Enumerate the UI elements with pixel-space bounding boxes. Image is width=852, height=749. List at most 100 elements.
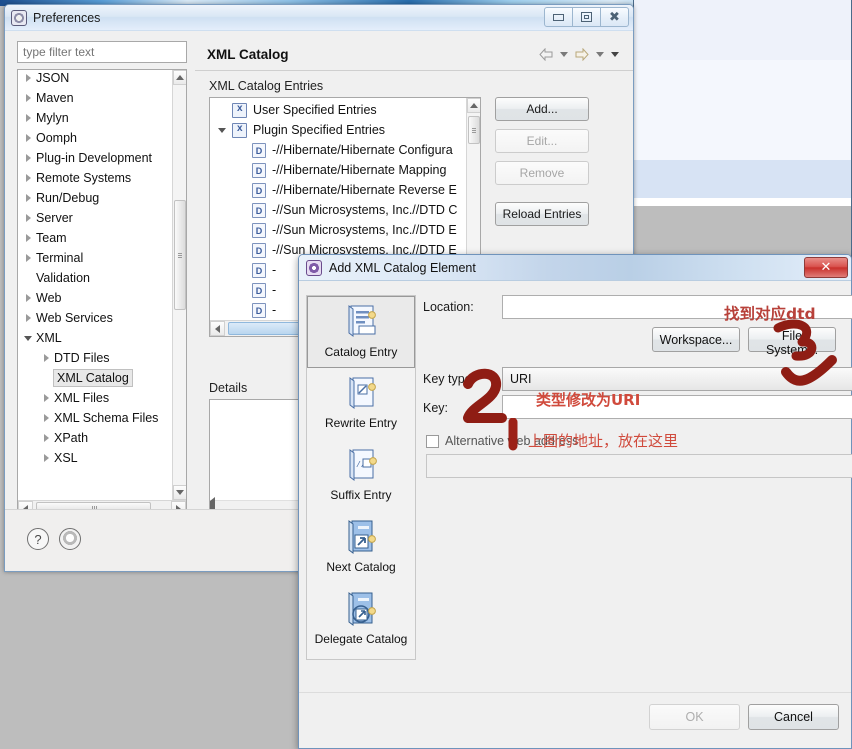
tree-scroll-thumb[interactable] (174, 200, 186, 310)
maximize-button[interactable] (572, 7, 601, 27)
expander-closed-icon[interactable] (24, 212, 36, 224)
sidebar-item-team[interactable]: Team (18, 228, 172, 248)
sidebar-item-oomph[interactable]: Oomph (18, 128, 172, 148)
type-item-catalog-entry[interactable]: Catalog Entry (307, 296, 415, 368)
sidebar-item-terminal[interactable]: Terminal (18, 248, 172, 268)
entries-scroll-thumb[interactable] (468, 116, 480, 144)
add-xml-catalog-element-dialog[interactable]: Add XML Catalog Element ✕ Catalog Entry R… (298, 254, 852, 749)
expander-closed-icon[interactable] (24, 92, 36, 104)
catalog-entry-row[interactable]: D -//Hibernate/Hibernate Reverse E (210, 180, 466, 200)
workspace-button[interactable]: Workspace... (652, 327, 740, 352)
key-input[interactable] (502, 395, 852, 419)
sidebar-item-label: XML Catalog (53, 369, 133, 387)
type-item-suffix-entry[interactable]: // Suffix Entry (307, 440, 415, 512)
expander-closed-icon[interactable] (42, 412, 54, 424)
close-icon: ✕ (820, 260, 832, 275)
alternative-web-address-checkbox[interactable] (426, 435, 439, 448)
entries-scroll-up-button[interactable] (467, 98, 480, 113)
expander-closed-icon[interactable] (42, 432, 54, 444)
catalog-entry-row[interactable]: Plugin Specified Entries (210, 120, 466, 140)
catalog-entry-row[interactable]: D -//Sun Microsystems, Inc.//DTD E (210, 220, 466, 240)
expander-closed-icon[interactable] (24, 172, 36, 184)
expander-closed-icon[interactable] (24, 152, 36, 164)
expander-closed-icon[interactable] (24, 312, 36, 324)
location-input[interactable] (502, 295, 852, 319)
type-item-rewrite-entry[interactable]: Rewrite Entry (307, 368, 415, 440)
preferences-window-title: Preferences (33, 10, 101, 25)
expander-closed-icon[interactable] (42, 452, 54, 464)
expander-closed-icon[interactable] (24, 132, 36, 144)
tree-scroll-up-button[interactable] (173, 70, 186, 85)
back-history-dropdown-icon[interactable] (560, 52, 568, 57)
catalog-entry-row[interactable]: D -//Hibernate/Hibernate Mapping (210, 160, 466, 180)
expander-open-icon[interactable] (24, 332, 36, 344)
close-button[interactable]: ✖ (600, 7, 629, 27)
forward-arrow-icon[interactable] (575, 48, 589, 61)
sidebar-item-maven[interactable]: Maven (18, 88, 172, 108)
tree-vertical-scrollbar[interactable] (172, 70, 186, 500)
catalog-entry-row[interactable]: D -//Hibernate/Hibernate Configura (210, 140, 466, 160)
reload-entries-button[interactable]: Reload Entries (495, 202, 589, 226)
ok-button[interactable]: OK (649, 704, 740, 730)
expander-closed-icon[interactable] (24, 72, 36, 84)
expander-closed-icon[interactable] (24, 192, 36, 204)
cancel-button[interactable]: Cancel (748, 704, 839, 730)
sidebar-item-dtd-files[interactable]: DTD Files (18, 348, 172, 368)
add-dialog-close-button[interactable]: ✕ (804, 257, 848, 278)
preferences-tree[interactable]: JSON Maven Mylyn Oomph Plug-in Development Re… (17, 69, 187, 517)
sidebar-item-server[interactable]: Server (18, 208, 172, 228)
catalog-element-type-list[interactable]: Catalog Entry Rewrite Entry // Suffix Entry… (306, 295, 416, 660)
type-item-next-catalog[interactable]: Next Catalog (307, 512, 415, 584)
sidebar-item-xml-catalog[interactable]: XML Catalog (18, 368, 172, 388)
forward-history-dropdown-icon[interactable] (596, 52, 604, 57)
expander-closed-icon[interactable] (24, 112, 36, 124)
alternative-web-address-input[interactable] (426, 454, 852, 478)
sidebar-item-xml[interactable]: XML (18, 328, 172, 348)
sidebar-item-run-debug[interactable]: Run/Debug (18, 188, 172, 208)
sidebar-item-xml-files[interactable]: XML Files (18, 388, 172, 408)
add-button[interactable]: Add... (495, 97, 589, 121)
sidebar-item-remote-systems[interactable]: Remote Systems (18, 168, 172, 188)
catalog-entry-row[interactable]: D -//Sun Microsystems, Inc.//DTD C (210, 200, 466, 220)
type-item-label: Next Catalog (326, 560, 396, 574)
sidebar-item-label: Validation (36, 271, 90, 285)
entries-scroll-left-button[interactable] (210, 321, 225, 336)
back-arrow-icon[interactable] (539, 48, 553, 61)
sidebar-item-label: Remote Systems (36, 171, 132, 185)
expander-closed-icon[interactable] (42, 352, 54, 364)
sidebar-item-plug-in-development[interactable]: Plug-in Development (18, 148, 172, 168)
sidebar-item-web-services[interactable]: Web Services (18, 308, 172, 328)
catalog-entry-label: -//Hibernate/Hibernate Mapping (272, 163, 447, 177)
sidebar-item-xpath[interactable]: XPath (18, 428, 172, 448)
key-type-dropdown[interactable]: URI (502, 367, 852, 391)
tree-scroll-down-button[interactable] (173, 485, 186, 500)
minimize-button[interactable] (544, 7, 573, 27)
dtd-icon: D (252, 282, 266, 298)
sidebar-item-validation[interactable]: Validation (18, 268, 172, 288)
expander-closed-icon[interactable] (24, 292, 36, 304)
remove-button[interactable]: Remove (495, 161, 589, 185)
file-system-button[interactable]: File System... (748, 327, 836, 357)
sidebar-item-web[interactable]: Web (18, 288, 172, 308)
sidebar-item-xml-schema-files[interactable]: XML Schema Files (18, 408, 172, 428)
expander-closed-icon[interactable] (42, 392, 54, 404)
apply-settings-icon[interactable] (59, 528, 81, 550)
maximize-icon (581, 12, 592, 22)
expander-closed-icon[interactable] (24, 232, 36, 244)
sidebar-item-xsl[interactable]: XSL (18, 448, 172, 468)
catalog-entry-row[interactable]: User Specified Entries (210, 100, 466, 120)
type-item-delegate-catalog[interactable]: Delegate Catalog (307, 584, 415, 656)
filter-input[interactable] (17, 41, 187, 63)
background-window[interactable] (633, 0, 852, 260)
view-menu-icon[interactable] (611, 52, 619, 57)
expander-open-icon[interactable] (218, 124, 230, 136)
expander-closed-icon[interactable] (24, 252, 36, 264)
sidebar-item-json[interactable]: JSON (18, 70, 172, 88)
sidebar-item-mylyn[interactable]: Mylyn (18, 108, 172, 128)
type-item-label: Catalog Entry (324, 345, 398, 359)
key-type-value: URI (510, 372, 532, 386)
edit-button[interactable]: Edit... (495, 129, 589, 153)
help-icon[interactable]: ? (27, 528, 49, 550)
preferences-titlebar[interactable]: Preferences ✖ (5, 5, 633, 31)
add-dialog-titlebar[interactable]: Add XML Catalog Element ✕ (299, 255, 851, 281)
